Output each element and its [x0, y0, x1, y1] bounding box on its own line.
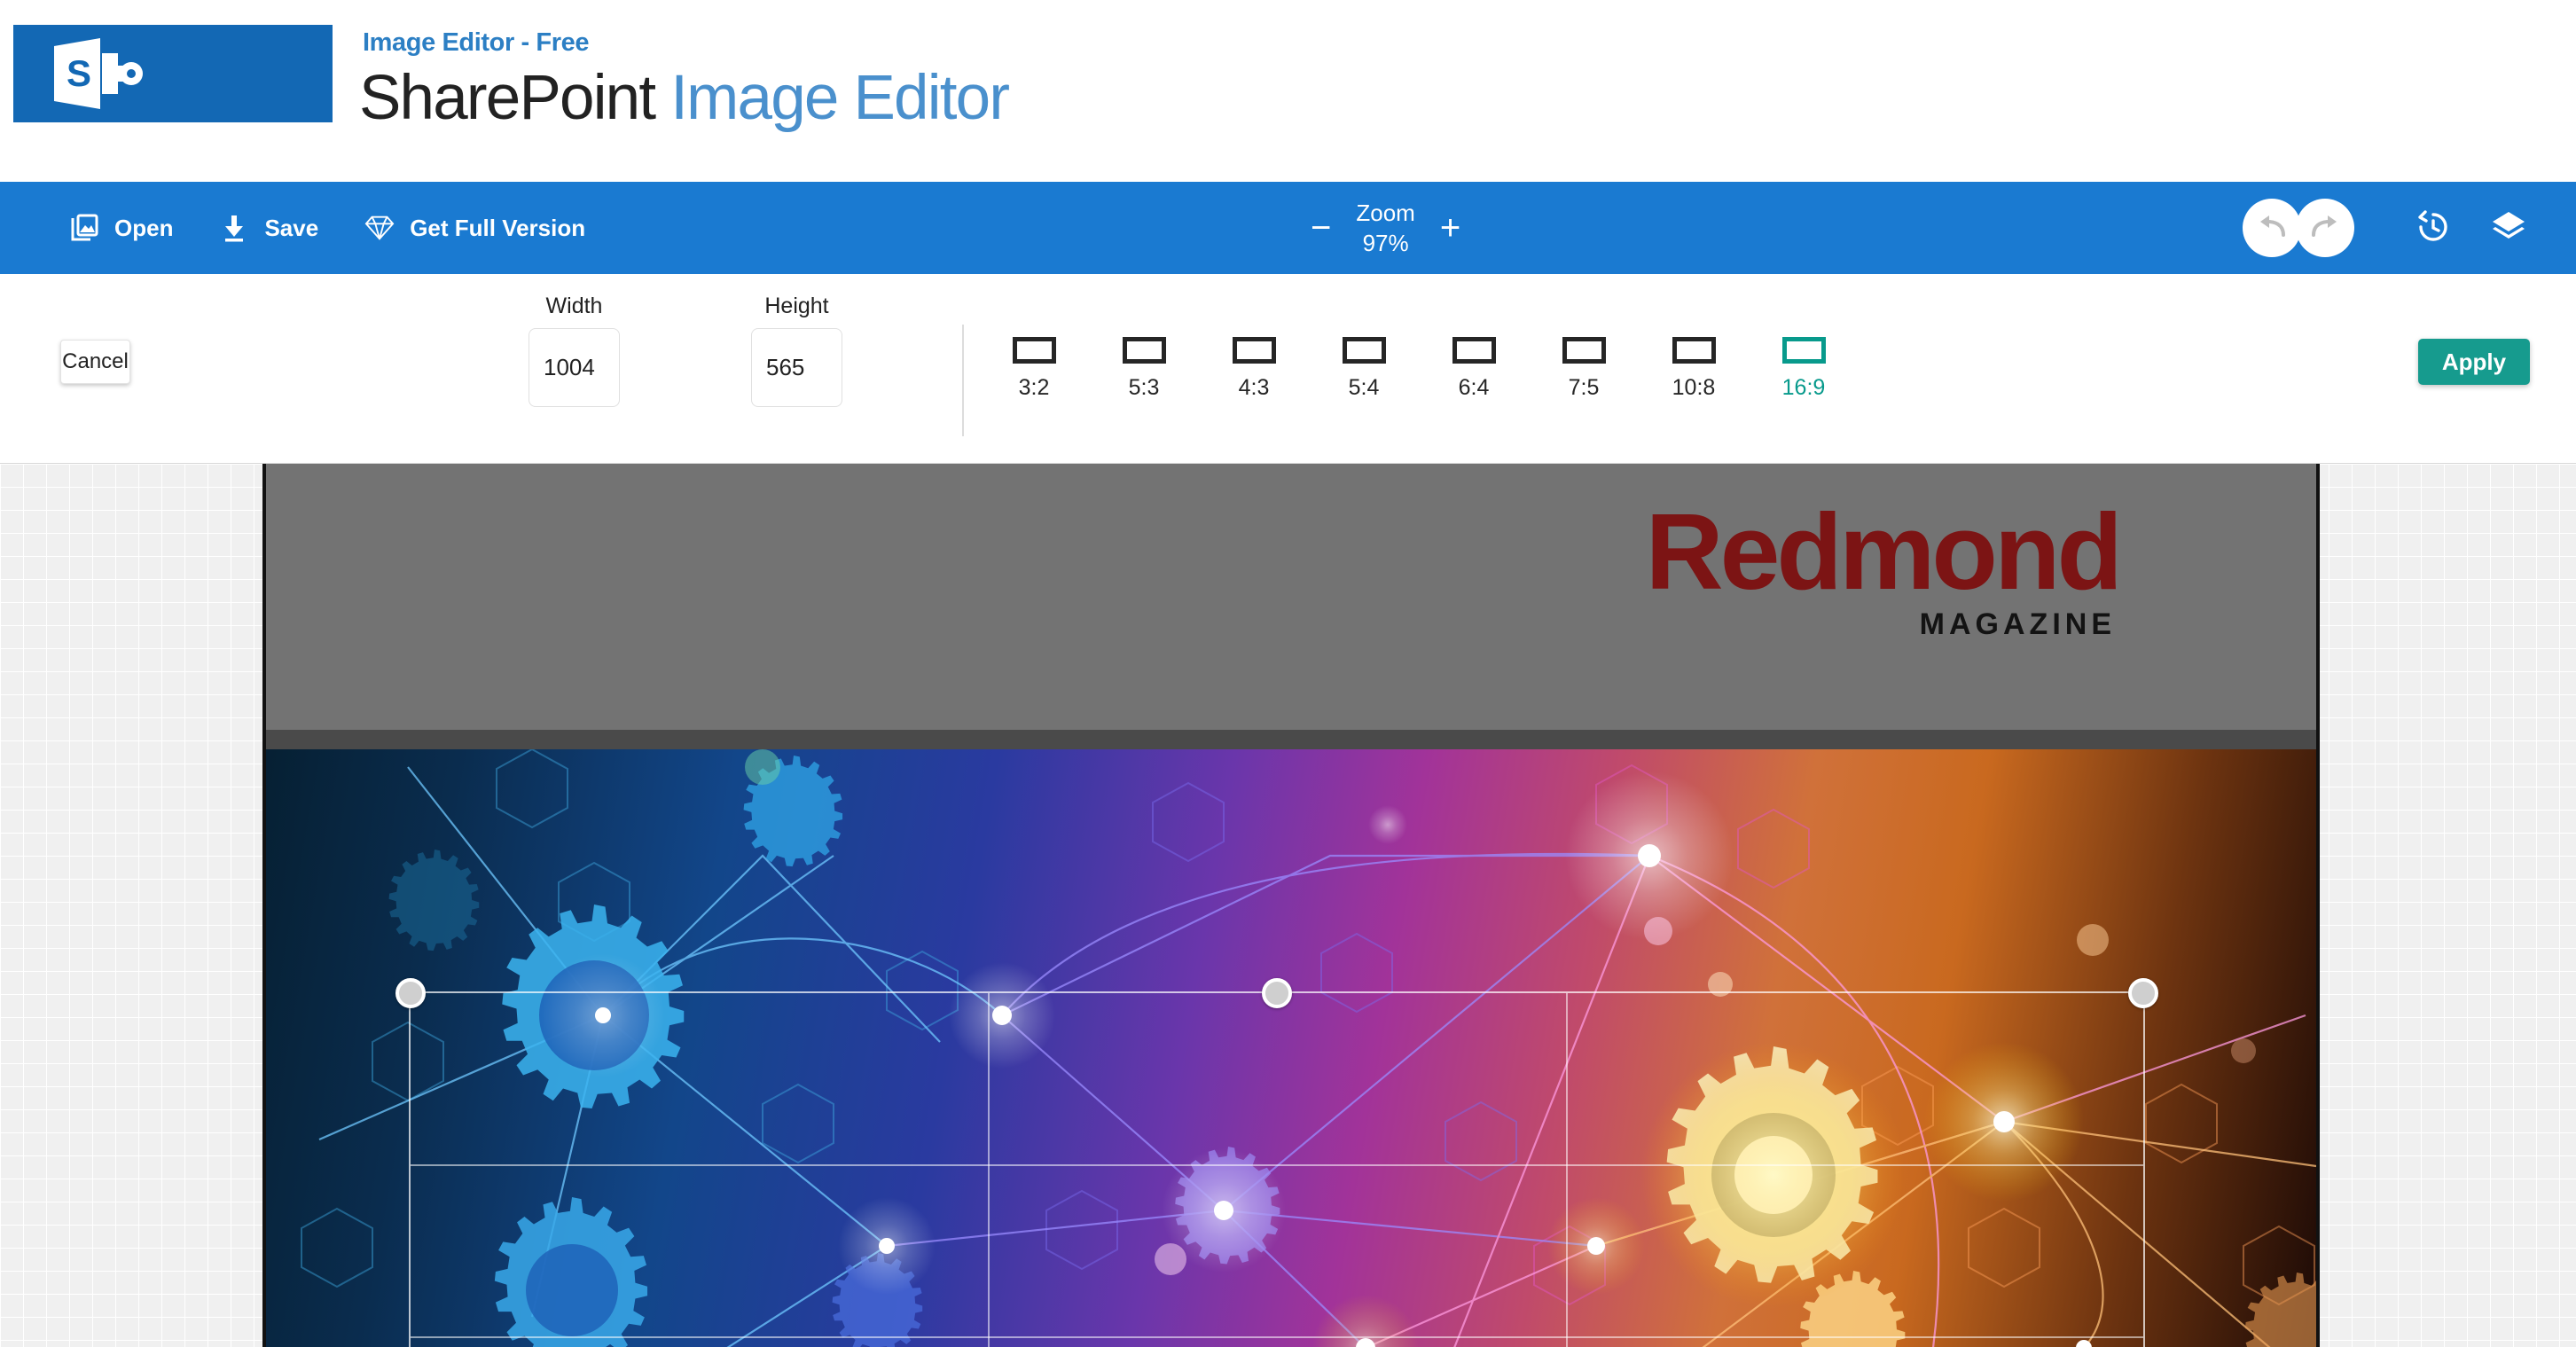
open-button[interactable]: Open [69, 213, 173, 243]
aspect-ratio-box-icon [1342, 336, 1386, 364]
save-button[interactable]: Save [219, 213, 318, 243]
aspect-ratio-box-icon [1122, 336, 1166, 364]
get-full-version-button[interactable]: Get Full Version [364, 213, 585, 243]
aspect-ratio-label: 3:2 [1018, 374, 1050, 400]
download-save-icon [219, 213, 249, 243]
zoom-value: 97% [1362, 230, 1409, 256]
artwork-graphics [301, 749, 2316, 1347]
aspect-ratio-5-4[interactable]: 5:4 [1326, 336, 1402, 401]
crop-toolbar: Cancel Width Height 3:2 5:3 4:3 5:4 6:4 7:5 10… [0, 274, 2576, 463]
cancel-button[interactable]: Cancel [60, 340, 130, 384]
aspect-ratio-7-5[interactable]: 7:5 [1546, 336, 1622, 401]
aspect-ratio-label: 5:3 [1128, 374, 1160, 400]
aspect-ratio-label: 16:9 [1781, 374, 1826, 400]
image-open-icon [69, 213, 99, 243]
height-field-group: Height [751, 294, 842, 407]
svg-text:S: S [67, 52, 91, 94]
crop-handle-top-right[interactable] [2128, 978, 2158, 1008]
sharepoint-logo-tile[interactable]: S [13, 25, 333, 122]
aspect-ratio-box-icon [1452, 336, 1496, 364]
history-button[interactable] [2404, 200, 2461, 256]
aspect-ratio-4-3[interactable]: 4:3 [1216, 336, 1292, 401]
aspect-ratio-label: 10:8 [1672, 374, 1716, 400]
page-title-secondary: Image Editor [670, 63, 1010, 133]
open-button-label: Open [114, 214, 174, 241]
banner-shadow [266, 730, 2316, 749]
get-full-version-label: Get Full Version [410, 214, 586, 241]
editor-canvas[interactable]: Redmond MAGAZINE [0, 463, 2576, 1347]
app-header: S Image Editor - Free SharePoint Image E… [0, 0, 2576, 182]
layers-button[interactable] [2480, 200, 2537, 256]
redo-arrow-icon [2308, 213, 2342, 244]
aspect-ratio-16-9[interactable]: 16:9 [1766, 336, 1842, 401]
aspect-ratio-list: 3:2 5:3 4:3 5:4 6:4 7:5 10:8 16:9 [996, 274, 1842, 463]
aspect-ratio-label: 7:5 [1568, 374, 1600, 400]
zoom-label: Zoom [1356, 199, 1415, 226]
aspect-ratio-box-icon [1562, 336, 1606, 364]
aspect-ratio-label: 5:4 [1348, 374, 1380, 400]
history-clock-icon [2414, 208, 2451, 248]
redmond-magazine-logo: Redmond MAGAZINE [1645, 491, 2123, 641]
crop-handle-top-middle[interactable] [1262, 978, 1292, 1008]
width-field-group: Width [529, 294, 620, 407]
sharepoint-logo-icon: S [49, 35, 155, 112]
masthead-subtitle: MAGAZINE [1919, 607, 2116, 641]
aspect-ratio-box-icon [1781, 336, 1826, 364]
zoom-readout: Zoom 97% [1356, 198, 1414, 259]
aspect-ratio-10-8[interactable]: 10:8 [1656, 336, 1732, 401]
width-input[interactable] [529, 328, 620, 407]
aspect-ratio-label: 6:4 [1458, 374, 1490, 400]
aspect-ratio-box-icon [1232, 336, 1276, 364]
height-input[interactable] [751, 328, 842, 407]
page-title-primary: SharePoint [359, 63, 656, 133]
toolbar-right-group [2243, 182, 2537, 274]
tech-gears-artwork [266, 749, 2316, 1347]
aspect-ratio-box-icon [1012, 336, 1056, 364]
page-title: SharePoint Image Editor [359, 62, 1010, 134]
layers-icon [2490, 208, 2527, 248]
image-document[interactable]: Redmond MAGAZINE [262, 464, 2320, 1347]
app-kicker: Image Editor - Free [363, 28, 590, 57]
zoom-out-button[interactable]: − [1311, 210, 1331, 246]
masthead-word: Redmond [1645, 491, 2123, 612]
undo-button[interactable] [2243, 199, 2301, 257]
aspect-ratio-3-2[interactable]: 3:2 [996, 336, 1072, 401]
diamond-icon [364, 213, 395, 243]
aspect-ratio-box-icon [1672, 336, 1716, 364]
redo-button[interactable] [2296, 199, 2354, 257]
toolbar-divider [962, 325, 964, 436]
crop-handle-top-left[interactable] [395, 978, 426, 1008]
apply-button[interactable]: Apply [2418, 339, 2530, 385]
undo-arrow-icon [2255, 213, 2289, 244]
zoom-in-button[interactable]: + [1440, 210, 1460, 246]
main-toolbar: Open Save Get Full Version − Zoom 97% + [0, 182, 2576, 274]
toolbar-left-group: Open Save Get Full Version [69, 182, 585, 274]
magazine-banner: Redmond MAGAZINE [266, 464, 2316, 749]
aspect-ratio-label: 4:3 [1238, 374, 1270, 400]
aspect-ratio-5-3[interactable]: 5:3 [1106, 336, 1182, 401]
aspect-ratio-6-4[interactable]: 6:4 [1436, 336, 1512, 401]
save-button-label: Save [264, 214, 319, 241]
width-label: Width [545, 294, 603, 318]
height-label: Height [764, 294, 829, 318]
zoom-control: − Zoom 97% + [1311, 182, 1460, 274]
